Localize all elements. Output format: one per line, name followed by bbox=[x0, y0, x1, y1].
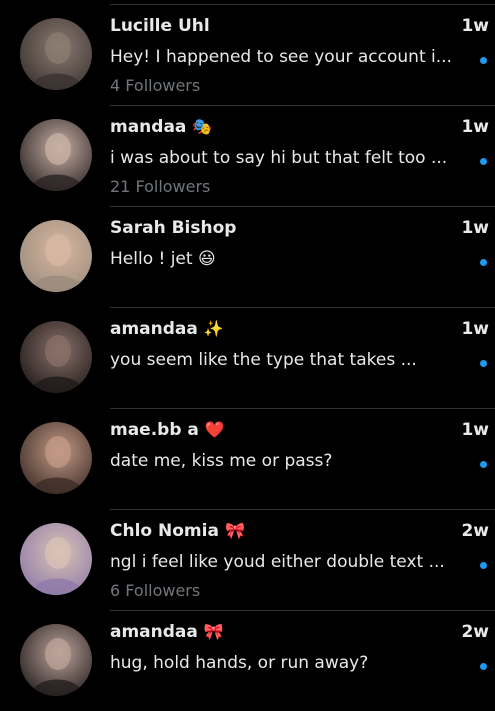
avatar-photo bbox=[20, 321, 92, 393]
message-preview: Hello ! jet 😃 bbox=[110, 249, 216, 269]
avatar-photo bbox=[20, 422, 92, 494]
avatar[interactable] bbox=[20, 422, 92, 494]
avatar[interactable] bbox=[20, 18, 92, 90]
avatar-photo bbox=[20, 18, 92, 90]
conversation-name: amandaa 🎀 bbox=[110, 622, 224, 642]
avatar[interactable] bbox=[20, 321, 92, 393]
avatar[interactable] bbox=[20, 624, 92, 696]
follower-count: 4 Followers bbox=[110, 76, 201, 95]
conversation-name: Lucille Uhl bbox=[110, 16, 210, 36]
unread-dot-icon bbox=[480, 663, 487, 670]
conversation-name: mae.bb a ❤️ bbox=[110, 420, 225, 440]
conversation-row[interactable]: amandaa ✨ 1w you seem like the type that … bbox=[20, 308, 495, 409]
conversation-row[interactable]: mandaa 🎭 1w i was about to say hi but tha… bbox=[20, 106, 495, 207]
conversation-row[interactable]: Lucille Uhl 1w Hey! I happened to see yo… bbox=[20, 5, 495, 106]
conversation-time: 1w bbox=[461, 218, 489, 238]
message-preview: i was about to say hi but that felt too … bbox=[110, 148, 448, 168]
message-preview: you seem like the type that takes ... bbox=[110, 350, 417, 370]
avatar[interactable] bbox=[20, 119, 92, 191]
unread-dot-icon bbox=[480, 461, 487, 468]
conversation-name: mandaa 🎭 bbox=[110, 117, 213, 137]
message-preview: ngl i feel like youd either double text … bbox=[110, 552, 445, 572]
avatar[interactable] bbox=[20, 220, 92, 292]
unread-dot-icon bbox=[480, 57, 487, 64]
follower-count: 6 Followers bbox=[110, 581, 201, 600]
avatar-photo bbox=[20, 220, 92, 292]
message-preview: hug, hold hands, or run away? bbox=[110, 653, 369, 673]
conversation-time: 1w bbox=[461, 420, 489, 440]
unread-dot-icon bbox=[480, 562, 487, 569]
message-preview: Hey! I happened to see your account i... bbox=[110, 47, 452, 67]
avatar-photo bbox=[20, 624, 92, 696]
conversation-time: 1w bbox=[461, 319, 489, 339]
conversation-list: Lucille Uhl 1w Hey! I happened to see yo… bbox=[0, 4, 495, 711]
conversation-time: 2w bbox=[461, 622, 489, 642]
conversation-row[interactable]: Chlo Nomia 🎀 2w ngl i feel like youd eith… bbox=[20, 510, 495, 611]
avatar-photo bbox=[20, 523, 92, 595]
conversation-row[interactable]: amandaa 🎀 2w hug, hold hands, or run away… bbox=[20, 611, 495, 711]
conversation-name: amandaa ✨ bbox=[110, 319, 224, 339]
message-preview: date me, kiss me or pass? bbox=[110, 451, 333, 471]
name-badge-emoji: ✨ bbox=[203, 319, 224, 338]
avatar-photo bbox=[20, 119, 92, 191]
unread-dot-icon bbox=[480, 360, 487, 367]
conversation-name: Chlo Nomia 🎀 bbox=[110, 521, 245, 541]
name-badge-emoji: 🎭 bbox=[192, 117, 213, 136]
conversation-name: Sarah Bishop bbox=[110, 218, 237, 238]
name-badge-emoji: 🎀 bbox=[203, 622, 224, 641]
conversation-time: 2w bbox=[461, 521, 489, 541]
conversation-time: 1w bbox=[461, 117, 489, 137]
avatar[interactable] bbox=[20, 523, 92, 595]
conversation-row[interactable]: mae.bb a ❤️ 1w date me, kiss me or pass? bbox=[20, 409, 495, 510]
unread-dot-icon bbox=[480, 158, 487, 165]
conversation-row[interactable]: Sarah Bishop 1w Hello ! jet 😃 bbox=[20, 207, 495, 308]
name-badge-emoji: ❤️ bbox=[204, 420, 225, 439]
follower-count: 21 Followers bbox=[110, 177, 211, 196]
name-badge-emoji: 🎀 bbox=[224, 521, 245, 540]
conversation-time: 1w bbox=[461, 16, 489, 36]
unread-dot-icon bbox=[480, 259, 487, 266]
